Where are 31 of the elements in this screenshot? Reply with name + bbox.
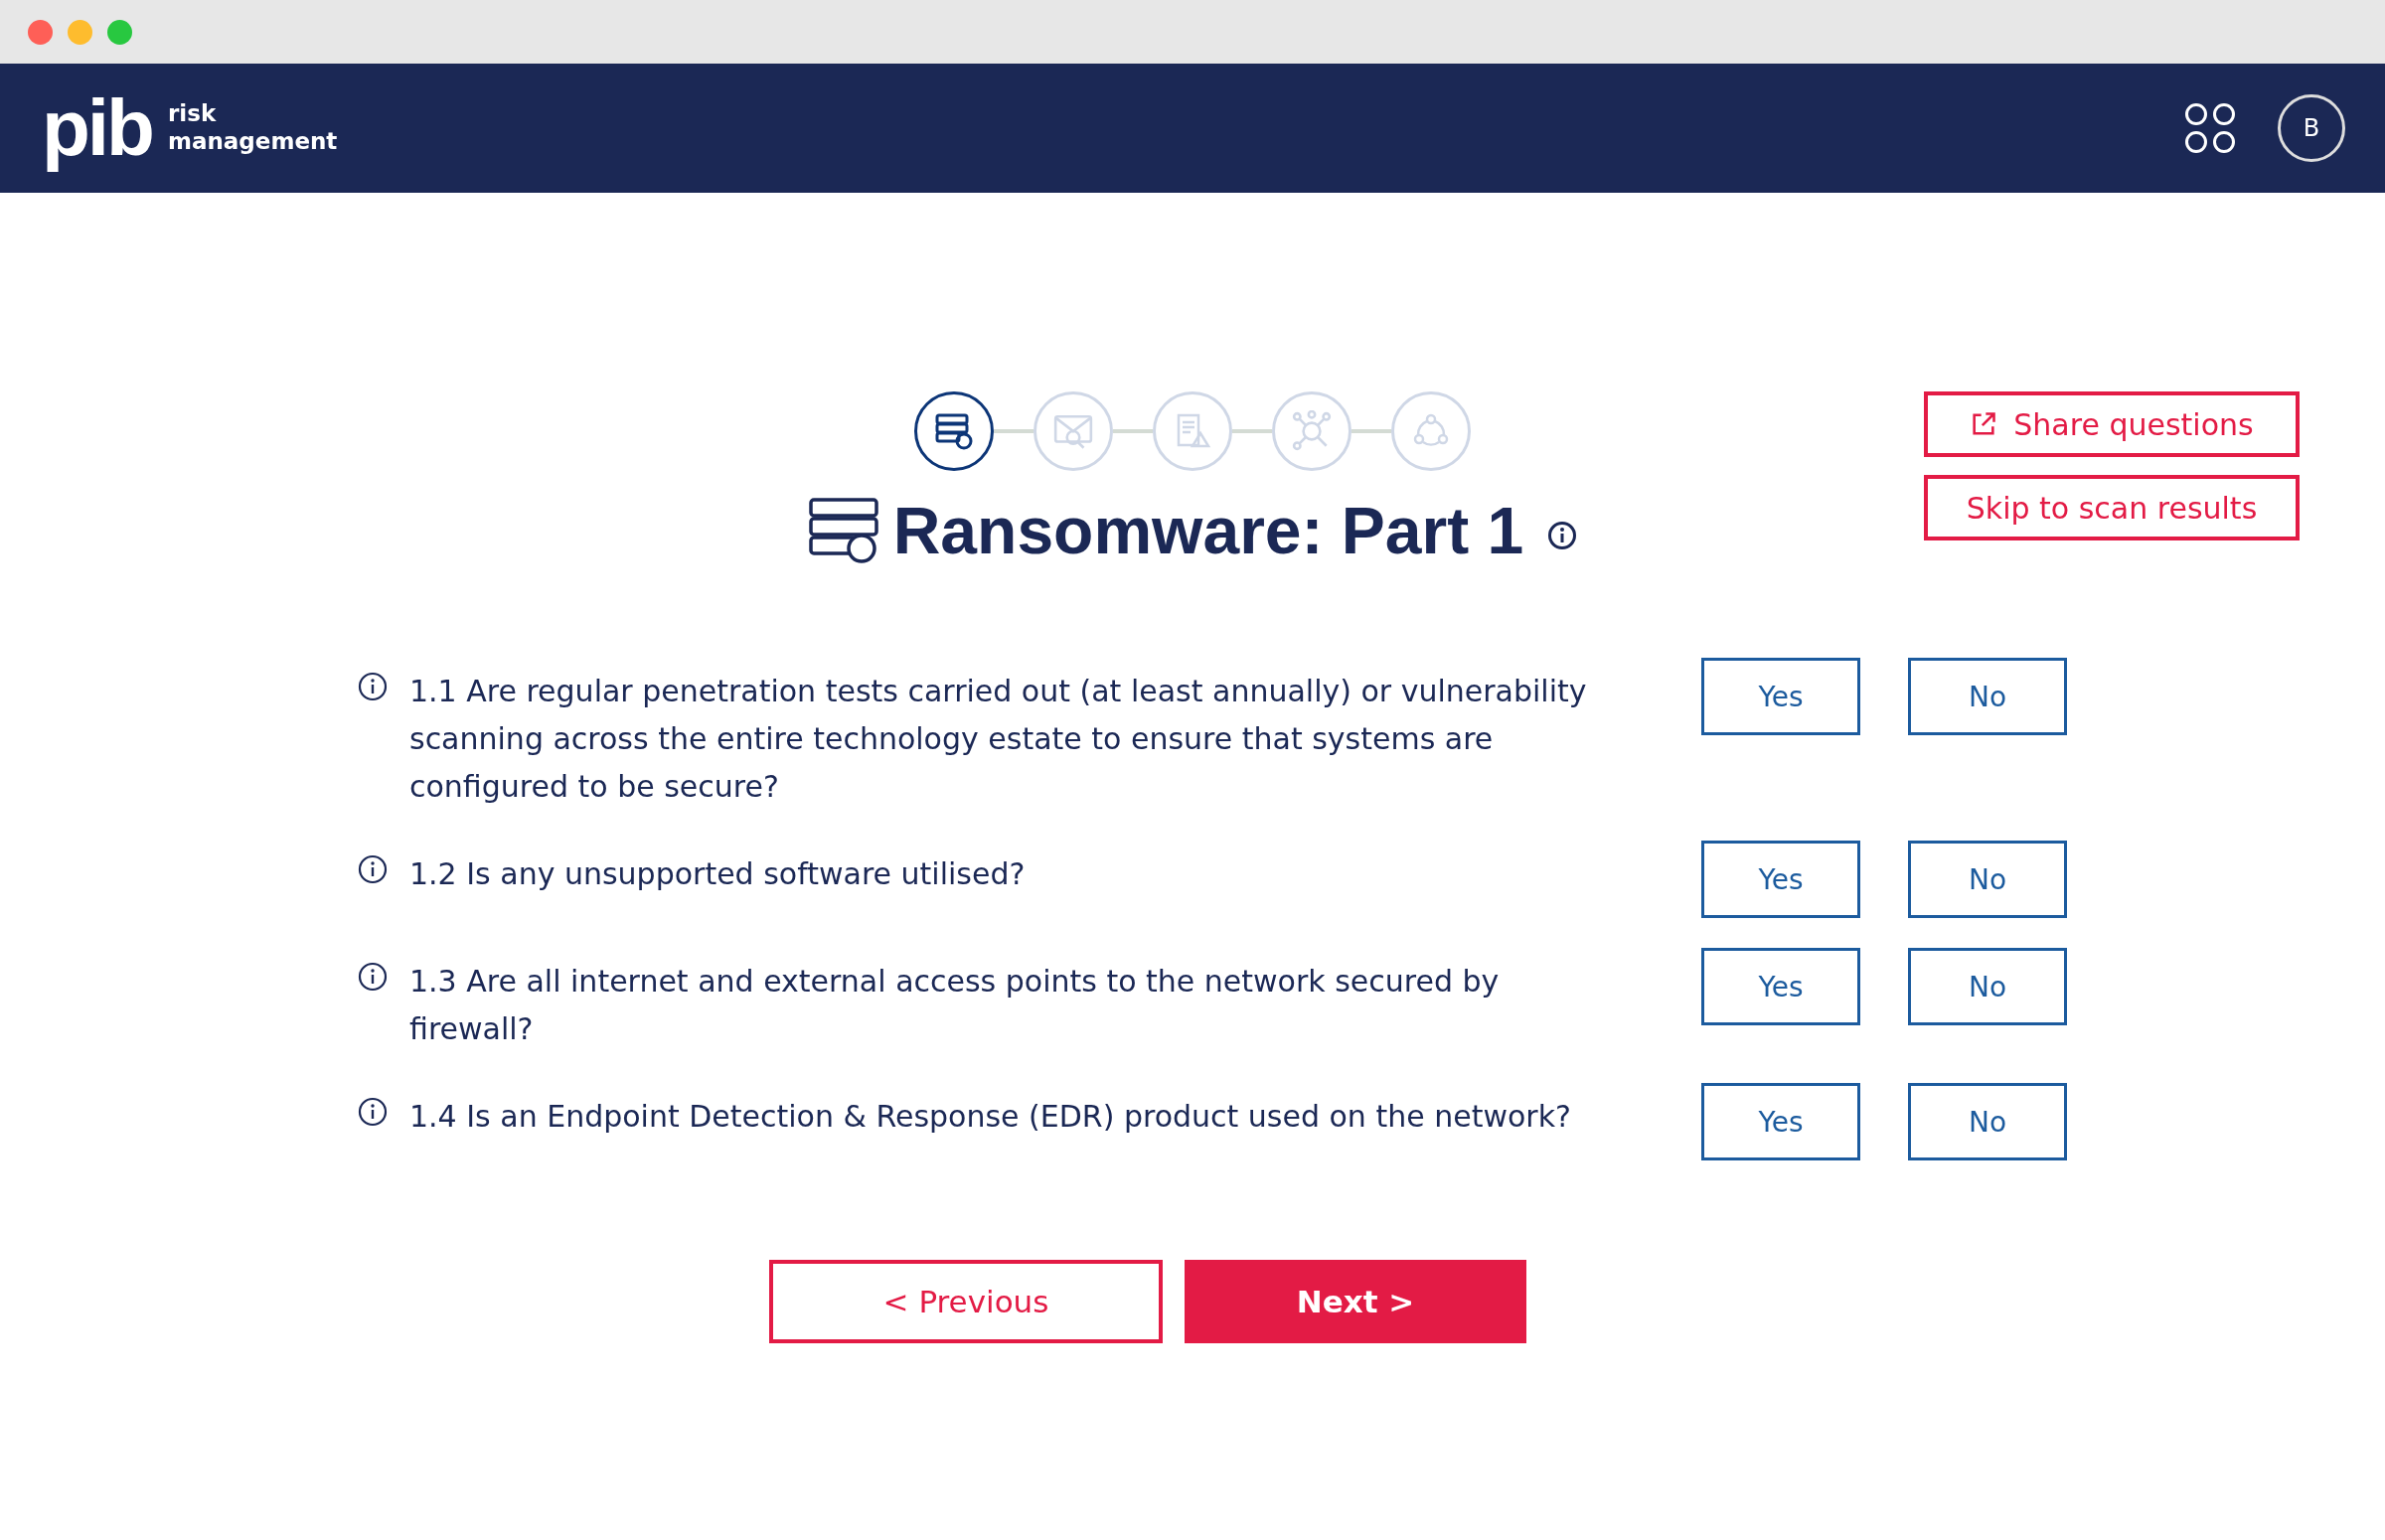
logo-subtitle: risk bbox=[167, 100, 218, 128]
answer-button[interactable]: Yes bbox=[1701, 658, 1860, 735]
external-link-icon bbox=[1970, 410, 1998, 438]
question-text: 1.4 Is an Endpoint Detection & Response (EDR) product used on the network? bbox=[409, 1098, 1572, 1136]
answer-button[interactable]: Yes bbox=[1701, 841, 1860, 918]
answer-button[interactable]: No bbox=[1908, 841, 2067, 918]
network-icon bbox=[1291, 410, 1333, 452]
user-avatar[interactable]: B bbox=[2278, 94, 2345, 162]
apps-grid-icon[interactable] bbox=[2184, 102, 2236, 154]
info-icon[interactable] bbox=[358, 854, 388, 884]
server-icon bbox=[807, 497, 879, 564]
answer-button[interactable]: No bbox=[1908, 948, 2067, 1025]
info-icon[interactable] bbox=[1547, 521, 1578, 550]
share-button[interactable]: Share questions bbox=[1924, 391, 2300, 457]
question-text: 1.2 Is any unsupported software utilised? bbox=[409, 855, 1027, 893]
answer-button[interactable]: No bbox=[1908, 1083, 2067, 1160]
question-text: 1.1 Are regular penetration tests carried out (at least annually) or vulnerability scanning across the entire technology estate to ensure that systems are configured to be secure? bbox=[409, 673, 1588, 806]
answer-button[interactable]: Yes bbox=[1701, 948, 1860, 1025]
info-icon[interactable] bbox=[358, 672, 388, 701]
server-icon bbox=[934, 411, 974, 451]
page-title: Ransomware: Part 1 bbox=[892, 493, 1524, 568]
info-icon[interactable] bbox=[358, 1097, 388, 1127]
step-indicator[interactable] bbox=[914, 391, 994, 471]
info-icon[interactable] bbox=[358, 962, 388, 992]
previous-button[interactable]: < Previous bbox=[769, 1260, 1163, 1343]
skip-button[interactable]: Skip to scan results bbox=[1924, 475, 2300, 540]
next-button[interactable]: Next > bbox=[1185, 1260, 1526, 1343]
answer-button[interactable]: Yes bbox=[1701, 1083, 1860, 1160]
answer-button[interactable]: No bbox=[1908, 658, 2067, 735]
question-text: 1.3 Are all internet and external access points to the network secured by firewall? bbox=[409, 963, 1501, 1048]
logo-subtitle: management bbox=[167, 128, 338, 156]
